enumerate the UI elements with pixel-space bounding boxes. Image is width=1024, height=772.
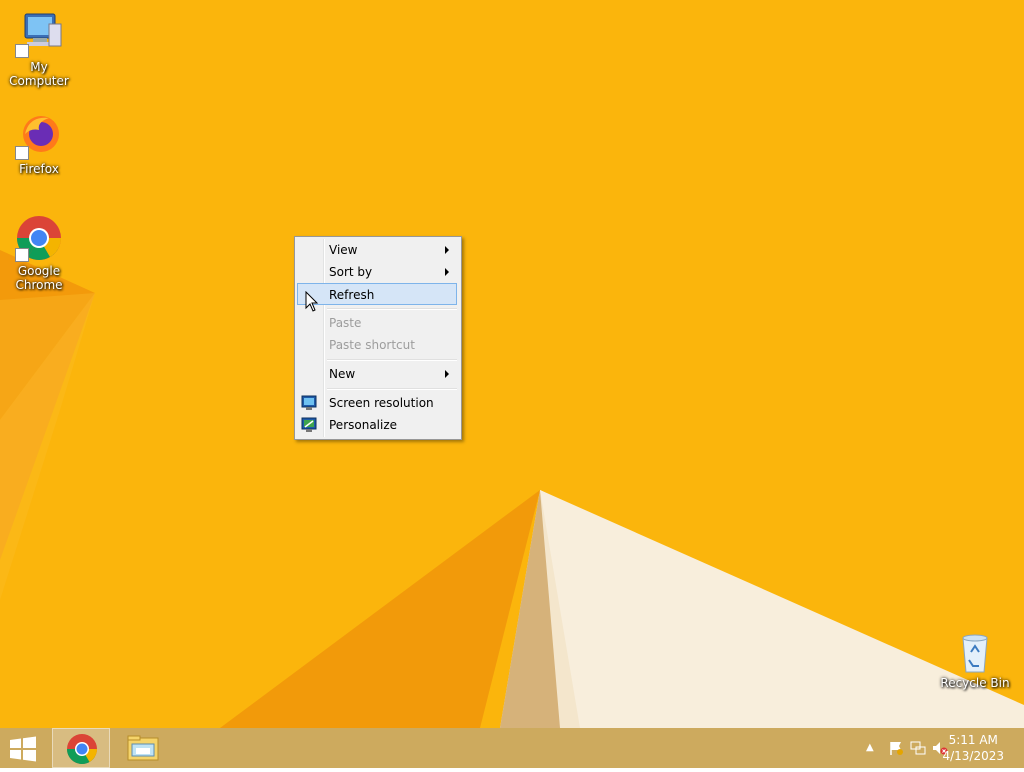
shortcut-arrow-icon (15, 44, 29, 58)
chrome-icon (67, 734, 97, 765)
menu-item-label: Personalize (329, 418, 398, 432)
desktop-context-menu: View Sort by Refresh Paste Paste shortcu… (294, 236, 462, 440)
firefox-icon (15, 112, 63, 160)
menu-separator (327, 308, 457, 310)
menu-item-label: View (329, 243, 358, 257)
show-hidden-icons-chevron[interactable]: ▲ (866, 742, 874, 753)
desktop[interactable]: My Computer Firefox Google Chrome Recycl… (0, 0, 1024, 728)
submenu-arrow-icon (445, 370, 449, 378)
file-explorer-icon (127, 735, 159, 761)
menu-item-paste-shortcut: Paste shortcut (297, 334, 457, 356)
desktop-icon-google-chrome[interactable]: Google Chrome (0, 214, 78, 292)
clock-date: 4/13/2023 (942, 749, 1004, 763)
menu-separator (327, 388, 457, 390)
shortcut-arrow-icon (15, 146, 29, 160)
menu-item-screen-resolution[interactable]: Screen resolution (297, 392, 457, 414)
windows-logo-icon (10, 736, 36, 762)
menu-item-refresh[interactable]: Refresh (297, 283, 457, 305)
desktop-icon-recycle-bin[interactable]: Recycle Bin (936, 632, 1014, 690)
start-button[interactable] (8, 736, 38, 762)
chrome-icon (15, 214, 63, 262)
taskbar: ▲ 5:11 AM 4/13/2023 (0, 728, 1024, 768)
menu-item-sort-by[interactable]: Sort by (297, 261, 457, 283)
shortcut-arrow-icon (15, 248, 29, 262)
desktop-icon-firefox[interactable]: Firefox (0, 112, 78, 176)
submenu-arrow-icon (445, 268, 449, 276)
network-icon[interactable] (910, 740, 926, 756)
menu-item-label: Refresh (329, 288, 375, 302)
menu-item-label: New (329, 367, 356, 381)
menu-item-label: Sort by (329, 265, 373, 279)
system-tray: ▲ 5:11 AM 4/13/2023 (844, 728, 1024, 768)
recycle-bin-icon (955, 632, 995, 674)
menu-item-label: Paste (329, 316, 362, 330)
menu-item-label: Screen resolution (329, 396, 434, 410)
menu-item-label: Paste shortcut (329, 338, 415, 352)
taskbar-app-file-explorer[interactable] (114, 728, 172, 768)
menu-item-view[interactable]: View (297, 239, 457, 261)
action-center-flag-icon[interactable] (888, 740, 904, 756)
desktop-icon-label: My Computer (9, 60, 69, 88)
clock[interactable]: 5:11 AM 4/13/2023 (942, 732, 1004, 764)
menu-separator (327, 359, 457, 361)
desktop-icon-label: Google Chrome (15, 264, 63, 292)
submenu-arrow-icon (445, 246, 449, 254)
personalize-icon (301, 417, 317, 440)
clock-time: 5:11 AM (948, 733, 998, 747)
wallpaper-shapes (0, 250, 1024, 728)
menu-item-paste: Paste (297, 312, 457, 334)
menu-item-personalize[interactable]: Personalize (297, 414, 457, 436)
computer-icon (15, 10, 63, 58)
desktop-icon-label: Recycle Bin (940, 676, 1010, 690)
menu-item-new[interactable]: New (297, 363, 457, 385)
desktop-icon-label: Firefox (19, 162, 59, 176)
mouse-cursor-icon (305, 291, 319, 312)
desktop-icon-my-computer[interactable]: My Computer (0, 10, 78, 88)
taskbar-app-chrome[interactable] (52, 728, 110, 768)
